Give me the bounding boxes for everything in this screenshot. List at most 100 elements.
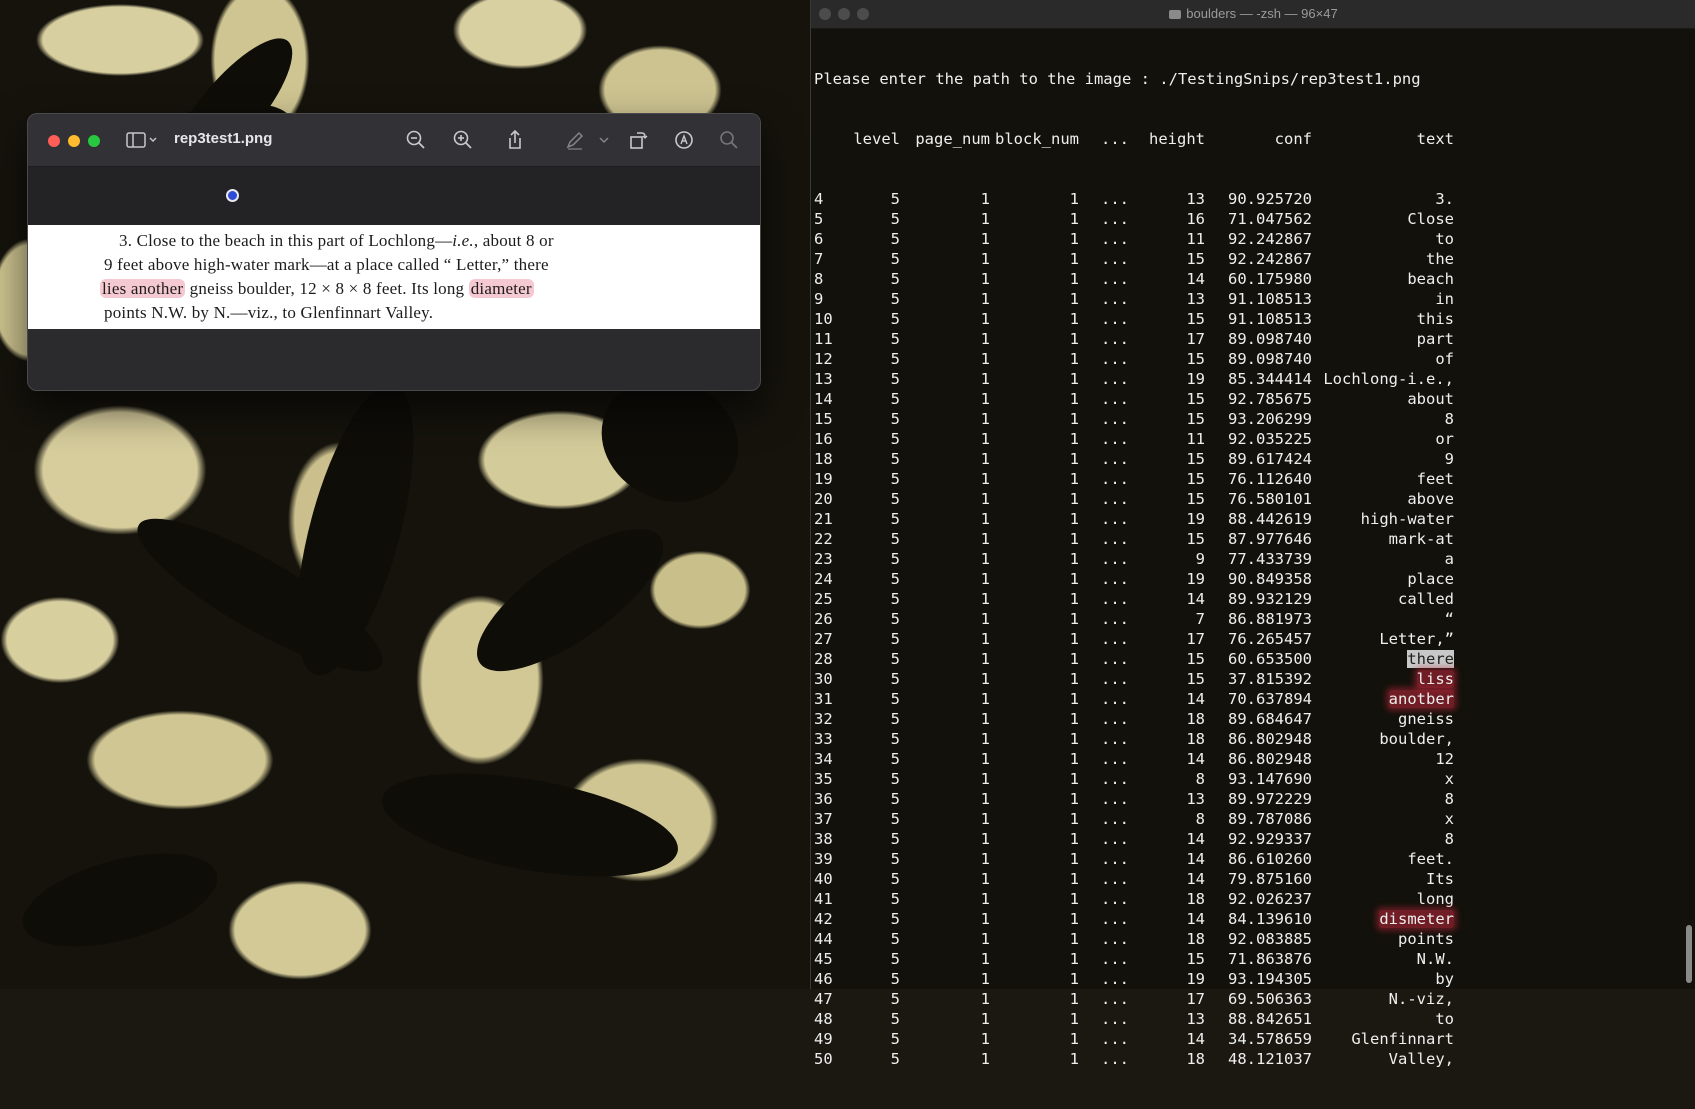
- cell-height: 18: [1186, 930, 1205, 948]
- annotate-button[interactable]: [673, 129, 697, 151]
- table-row: 16 5 1 1... 11 92.035225 or: [814, 429, 1690, 449]
- cell-height: 19: [1186, 510, 1205, 528]
- share-icon: [509, 129, 521, 149]
- table-row: 28 5 1 1... 15 60.653500 there: [814, 649, 1690, 669]
- cell-conf: 76.580101: [1228, 490, 1312, 508]
- cell-block: 1: [1069, 730, 1079, 748]
- cell-level: 5: [890, 710, 900, 728]
- ocr-word: Valley,: [1388, 1050, 1454, 1068]
- cell-block: 1: [1069, 490, 1079, 508]
- preview-titlebar[interactable]: rep3test1.png: [28, 114, 760, 167]
- table-row: 38 5 1 1... 14 92.929337 8: [814, 829, 1690, 849]
- close-button[interactable]: [48, 135, 60, 147]
- table-row: 34 5 1 1... 14 86.802948 12: [814, 749, 1690, 769]
- terminal-output[interactable]: Please enter the path to the image : ./T…: [814, 29, 1690, 1109]
- cell-dots: ...: [1101, 450, 1129, 468]
- cell-block: 1: [1069, 370, 1079, 388]
- cell-dots: ...: [1101, 370, 1129, 388]
- document-line-3: lies another gneiss boulder, 12 × 8 × 8 …: [100, 279, 534, 298]
- cell-page: 1: [980, 730, 990, 748]
- rotate-button[interactable]: [627, 129, 651, 151]
- cell-text: Glenfinnart: [1312, 1029, 1454, 1049]
- cell-block: 1: [1069, 850, 1079, 868]
- scrollbar[interactable]: [1686, 925, 1692, 983]
- cell-conf: 90.925720: [1228, 190, 1312, 208]
- cell-level: 5: [890, 810, 900, 828]
- cell-conf: 92.242867: [1228, 230, 1312, 248]
- cell-block: 1: [1069, 610, 1079, 628]
- ocr-word: of: [1435, 350, 1454, 368]
- cell-level: 5: [890, 270, 900, 288]
- ocr-word: N.-viz,: [1388, 990, 1454, 1008]
- cell-height: 17: [1186, 330, 1205, 348]
- cell-conf: 88.442619: [1228, 510, 1312, 528]
- cell-level: 5: [890, 750, 900, 768]
- cell-level: 5: [890, 470, 900, 488]
- cell-conf: 79.875160: [1228, 870, 1312, 888]
- search-button[interactable]: [718, 129, 742, 151]
- cell-text: mark-at: [1312, 529, 1454, 549]
- cell-dots: ...: [1101, 230, 1129, 248]
- zoom-in-button[interactable]: [452, 129, 476, 151]
- cell-text: or: [1312, 429, 1454, 449]
- cell-conf: 92.083885: [1228, 930, 1312, 948]
- ocr-word: x: [1444, 810, 1454, 828]
- ocr-word: beach: [1407, 270, 1454, 288]
- terminal-window[interactable]: boulders — -zsh — 96×47 Please enter the…: [810, 0, 1695, 1068]
- cell-block: 1: [1069, 350, 1079, 368]
- cell-dots: ...: [1101, 270, 1129, 288]
- table-row: 45 5 1 1... 15 71.863876 N.W.: [814, 949, 1690, 969]
- table-row: 25 5 1 1... 14 89.932129 called: [814, 589, 1690, 609]
- ocr-word: there: [1407, 650, 1454, 668]
- ocr-word: points: [1398, 930, 1454, 948]
- markup-button[interactable]: [564, 129, 588, 151]
- cell-dots: ...: [1101, 350, 1129, 368]
- ocr-word: above: [1407, 490, 1454, 508]
- ocr-word: Glenfinnart: [1351, 1030, 1454, 1048]
- markup-menu-button[interactable]: [593, 129, 609, 151]
- cell-text: N.-viz,: [1312, 989, 1454, 1009]
- cell-page: 1: [980, 470, 990, 488]
- cell-conf: 77.433739: [1228, 550, 1312, 568]
- cell-level: 5: [890, 530, 900, 548]
- cell-page: 1: [980, 550, 990, 568]
- cell-dots: ...: [1101, 590, 1129, 608]
- table-row: 11 5 1 1... 17 89.098740 part: [814, 329, 1690, 349]
- cell-text: above: [1312, 489, 1454, 509]
- document-image[interactable]: 3. Close to the beach in this part of Lo…: [28, 225, 760, 329]
- terminal-titlebar[interactable]: boulders — -zsh — 96×47: [811, 0, 1695, 29]
- table-row: 30 5 1 1... 15 37.815392 liss: [814, 669, 1690, 689]
- cell-height: 15: [1186, 470, 1205, 488]
- minimize-button[interactable]: [68, 135, 80, 147]
- cell-text: long: [1312, 889, 1454, 909]
- table-row: 14 5 1 1... 15 92.785675 about: [814, 389, 1690, 409]
- cell-conf: 91.108513: [1228, 290, 1312, 308]
- cell-height: 18: [1186, 730, 1205, 748]
- cell-height: 8: [1195, 810, 1205, 828]
- preview-window[interactable]: rep3test1.png 3. Close to the beach in t…: [27, 113, 761, 391]
- cell-page: 1: [980, 290, 990, 308]
- zoom-out-button[interactable]: [405, 129, 429, 151]
- cell-page: 1: [980, 690, 990, 708]
- cell-height: 15: [1186, 250, 1205, 268]
- zoom-window-button[interactable]: [88, 135, 100, 147]
- cell-level: 5: [890, 510, 900, 528]
- table-row: 42 5 1 1... 14 84.139610 dismeter: [814, 909, 1690, 929]
- ocr-word: Close: [1407, 210, 1454, 228]
- cell-page: 1: [980, 790, 990, 808]
- cell-block: 1: [1069, 970, 1079, 988]
- cell-height: 18: [1186, 1050, 1205, 1068]
- share-button[interactable]: [504, 129, 528, 151]
- cell-conf: 89.098740: [1228, 350, 1312, 368]
- cell-text: points: [1312, 929, 1454, 949]
- sidebar-toggle-button[interactable]: [126, 130, 162, 150]
- cell-conf: 92.929337: [1228, 830, 1312, 848]
- cell-dots: ...: [1101, 730, 1129, 748]
- table-row: 20 5 1 1... 15 76.580101 above: [814, 489, 1690, 509]
- cell-dots: ...: [1101, 330, 1129, 348]
- cell-dots: ...: [1101, 530, 1129, 548]
- table-row: 24 5 1 1... 19 90.849358 place: [814, 569, 1690, 589]
- ocr-word: Letter,”: [1379, 630, 1454, 648]
- cell-level: 5: [890, 890, 900, 908]
- table-row: 39 5 1 1... 14 86.610260 feet.: [814, 849, 1690, 869]
